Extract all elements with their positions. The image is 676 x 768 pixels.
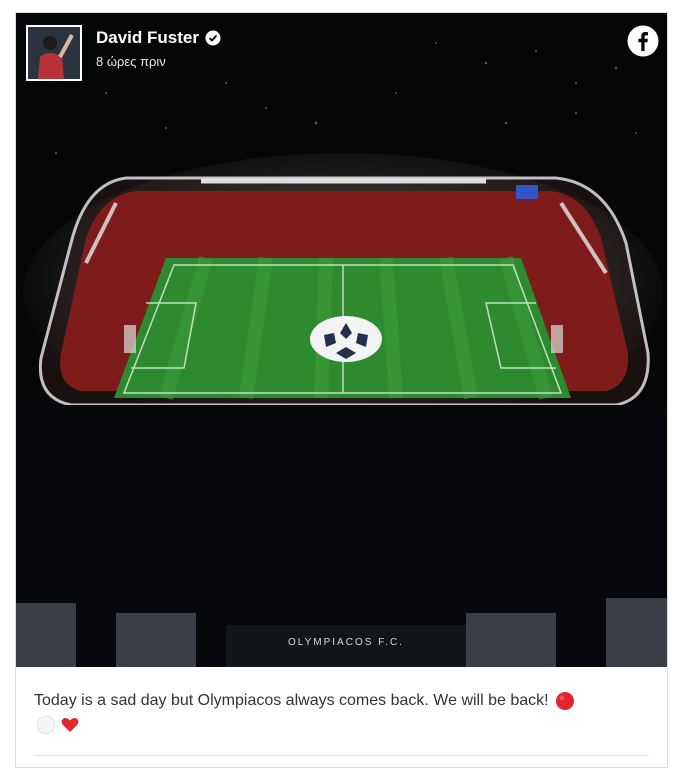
red-circle-icon [556, 691, 575, 710]
stadium-aerial-image: OLYMPIACOS F.C. [16, 13, 667, 667]
verified-badge-icon [205, 30, 221, 46]
post-caption: Today is a sad day but Olympiacos always… [34, 689, 654, 737]
caption-text: Today is a sad day but Olympiacos always… [34, 692, 549, 709]
facebook-icon[interactable] [627, 25, 659, 57]
stadium-sign: OLYMPIACOS F.C. [288, 637, 404, 648]
author-name[interactable]: David Fuster [96, 28, 199, 48]
champions-league-ball-icon [310, 316, 382, 362]
facebook-post-card: OLYMPIACOS F.C. David Fuster 8 ώρες πριν… [15, 12, 668, 768]
white-circle-icon [36, 715, 56, 735]
avatar[interactable] [26, 25, 82, 81]
avatar-photo-icon [28, 27, 80, 79]
post-timestamp[interactable]: 8 ώρες πριν [96, 54, 221, 69]
red-heart-icon [61, 717, 79, 732]
divider [34, 755, 649, 756]
post-photo[interactable]: OLYMPIACOS F.C. David Fuster 8 ώρες πριν [16, 13, 667, 667]
post-header: David Fuster 8 ώρες πριν [26, 25, 221, 81]
